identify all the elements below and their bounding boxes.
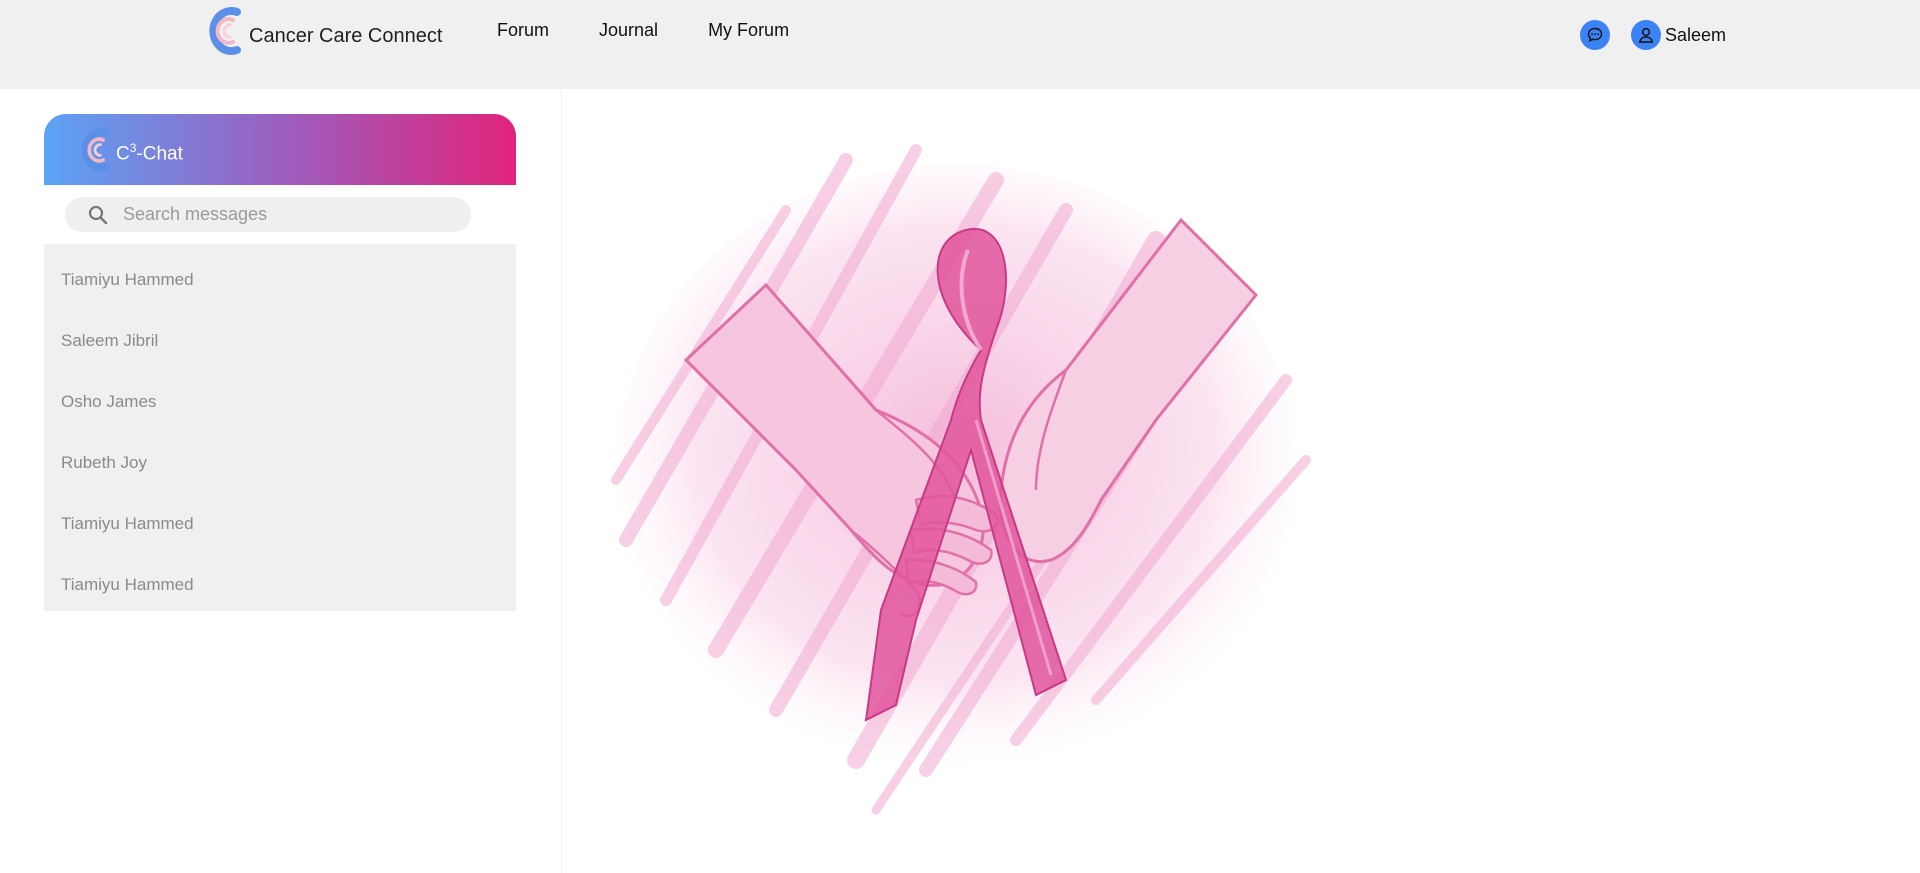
avatar <box>1631 20 1661 50</box>
chat-button[interactable] <box>1580 20 1610 50</box>
contact-item[interactable]: Saleem Jibril <box>44 310 516 371</box>
search-container <box>44 185 516 244</box>
nav-forum[interactable]: Forum <box>497 20 549 41</box>
brand[interactable]: Cancer Care Connect <box>203 6 442 56</box>
contact-item[interactable]: Tiamiyu Hammed <box>44 554 516 615</box>
chat-title: C3-Chat <box>116 141 183 165</box>
contact-item[interactable]: Osho James <box>44 371 516 432</box>
user-menu[interactable]: Saleem <box>1631 20 1726 50</box>
top-navbar: Cancer Care Connect Forum Journal My For… <box>0 0 1920 89</box>
logo-icon <box>209 7 241 55</box>
chat-logo-icon <box>81 127 111 172</box>
contact-list: Tiamiyu Hammed Saleem Jibril Osho James … <box>44 244 516 611</box>
search-box[interactable] <box>65 197 471 232</box>
header-actions: Saleem <box>1580 20 1726 50</box>
main-nav: Forum Journal My Forum <box>497 20 839 41</box>
panel-divider <box>561 89 562 873</box>
nav-my-forum[interactable]: My Forum <box>708 20 789 41</box>
contact-item[interactable]: Tiamiyu Hammed <box>44 493 516 554</box>
chat-header: C3-Chat <box>44 114 516 185</box>
chat-bubble-icon <box>1587 27 1603 42</box>
brand-name: Cancer Care Connect <box>249 24 443 47</box>
nav-journal[interactable]: Journal <box>599 20 658 41</box>
cancer-ribbon-hands-illustration <box>611 144 1311 815</box>
user-name: Saleem <box>1665 24 1727 45</box>
user-icon <box>1638 27 1654 43</box>
chat-sidebar: C3-Chat Tiamiyu Hammed Saleem Jibril Osh… <box>44 114 516 611</box>
contact-item[interactable]: Tiamiyu Hammed <box>44 249 516 310</box>
search-icon <box>88 205 108 224</box>
contact-item[interactable]: Rubeth Joy <box>44 432 516 493</box>
chat-title-letter: C <box>116 143 130 165</box>
search-input[interactable] <box>123 204 453 225</box>
chat-title-suffix: -Chat <box>136 143 183 165</box>
